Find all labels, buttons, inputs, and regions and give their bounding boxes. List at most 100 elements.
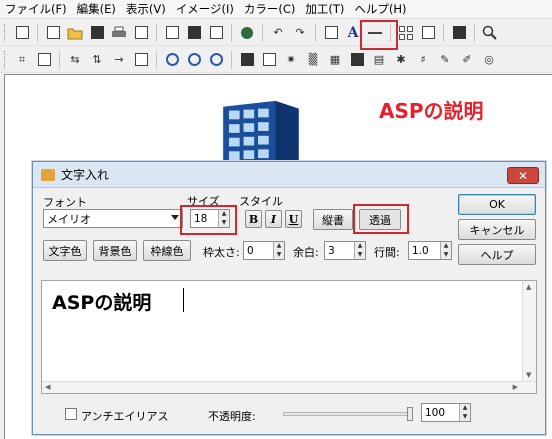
ok-button[interactable]: OK <box>458 194 536 215</box>
main-toolbar: ↶ ↷ A <box>0 20 552 46</box>
paste-icon[interactable] <box>185 24 203 42</box>
move-icon[interactable]: → <box>110 51 128 69</box>
text-caret <box>183 288 184 312</box>
pen-icon[interactable]: ✎ <box>436 51 454 69</box>
text-content: ASPの説明 <box>52 292 152 314</box>
border-width-label: 枠太さ: <box>203 246 240 259</box>
brick-icon[interactable]: ▤ <box>370 51 388 69</box>
font-select[interactable]: メイリオ <box>43 209 183 228</box>
preview-icon[interactable] <box>132 24 150 42</box>
print-icon[interactable] <box>110 24 128 42</box>
menu-image[interactable]: イメージ(I) <box>171 0 239 18</box>
toolbar-separator <box>443 23 444 42</box>
redo-icon[interactable]: ↷ <box>291 24 309 42</box>
opacity-slider-thumb[interactable] <box>407 407 413 421</box>
flip-vertical-icon[interactable]: ⇅ <box>88 51 106 69</box>
palette-icon[interactable] <box>450 24 468 42</box>
copy-icon[interactable] <box>163 24 181 42</box>
stamp-icon[interactable] <box>238 24 256 42</box>
flip-horizontal-icon[interactable]: ⇆ <box>66 51 84 69</box>
sparkle-icon[interactable]: ✷ <box>282 51 300 69</box>
font-value: メイリオ <box>47 212 91 226</box>
cancel-button[interactable]: キャンセル <box>458 219 536 240</box>
invert-icon[interactable] <box>348 51 366 69</box>
border-color-button[interactable]: 枠線色 <box>143 240 191 261</box>
clipboard-icon[interactable] <box>207 24 225 42</box>
text-insert-dialog: 文字入れ ✕ フォント サイズ スタイル メイリオ 18 ▲ ▼ B I U 縦書… <box>32 161 546 435</box>
background-color-button[interactable]: 背景色 <box>93 240 137 261</box>
bold-button[interactable]: B <box>245 210 262 228</box>
antialias-checkbox[interactable] <box>65 408 77 420</box>
noise-icon[interactable]: ▒ <box>304 51 322 69</box>
line-spacing-spinner[interactable]: ▲ ▼ <box>440 242 451 259</box>
rotate-left-icon[interactable] <box>163 51 181 69</box>
opacity-input[interactable]: 100 ▲ ▼ <box>421 403 471 422</box>
resize-icon[interactable] <box>322 24 340 42</box>
crop-icon[interactable]: ⌗ <box>13 51 31 69</box>
dialog-title: 文字入れ <box>61 168 110 182</box>
close-button[interactable]: ✕ <box>507 167 539 184</box>
rotate-right-icon[interactable] <box>185 51 203 69</box>
paint-icon[interactable]: ✐ <box>458 51 476 69</box>
canvas-text: ASPの説明 <box>379 99 484 123</box>
help-button[interactable]: ヘルプ <box>458 244 536 265</box>
star-icon[interactable]: ✱ <box>392 51 410 69</box>
scroll-right-icon[interactable]: ▶ <box>513 383 518 391</box>
new-file-icon[interactable] <box>44 24 62 42</box>
grid-view-icon[interactable] <box>397 24 415 42</box>
opacity-slider-track[interactable] <box>283 412 413 416</box>
mosaic-icon[interactable]: ▦ <box>326 51 344 69</box>
toolbar-separator <box>315 23 316 42</box>
margin-spinner[interactable]: ▲ ▼ <box>354 242 365 259</box>
chevron-down-icon <box>171 215 179 220</box>
menu-file[interactable]: ファイル(F) <box>0 0 72 18</box>
shadow-icon[interactable] <box>238 51 256 69</box>
opacity-value: 100 <box>425 406 446 419</box>
border-icon[interactable] <box>260 51 278 69</box>
scroll-down-icon[interactable]: ▼ <box>526 371 531 379</box>
window-icon[interactable] <box>13 24 31 42</box>
vertical-text-button[interactable]: 縦書 <box>313 209 353 230</box>
fence-icon[interactable]: ♯ <box>414 51 432 69</box>
open-folder-icon[interactable] <box>66 24 84 42</box>
underline-button[interactable]: U <box>285 210 302 228</box>
border-width-input[interactable]: 0 ▲ ▼ <box>243 241 285 260</box>
scroll-left-icon[interactable]: ◀ <box>45 383 50 391</box>
scroll-up-icon[interactable]: ▲ <box>526 283 531 291</box>
save-icon[interactable] <box>88 24 106 42</box>
toolbar-separator <box>231 23 232 42</box>
line-spacing-input[interactable]: 1.0 ▲ ▼ <box>408 241 452 260</box>
transparent-highlight <box>353 204 409 234</box>
menu-edit[interactable]: 編集(E) <box>72 0 121 18</box>
vertical-scrollbar[interactable]: ▲ ▼ <box>522 281 536 393</box>
opacity-label: 不透明度: <box>208 410 256 423</box>
opacity-spinner[interactable]: ▲ ▼ <box>459 404 470 421</box>
menu-help[interactable]: ヘルプ(H) <box>349 0 411 18</box>
undo-icon[interactable]: ↶ <box>269 24 287 42</box>
menu-view[interactable]: 表示(V) <box>121 0 171 18</box>
frame-icon[interactable] <box>132 51 150 69</box>
rotate-icon[interactable] <box>207 51 225 69</box>
text-input-area[interactable]: ASPの説明 ▲ ▼ ◀ ▶ <box>41 280 537 394</box>
menu-bar: ファイル(F) 編集(E) 表示(V) イメージ(I) カラー(C) 加工(T)… <box>0 0 552 19</box>
line-spacing-value: 1.0 <box>412 244 429 257</box>
text-color-button[interactable]: 文字色 <box>43 240 87 261</box>
trim-icon[interactable] <box>35 51 53 69</box>
layout-icon[interactable] <box>419 24 437 42</box>
toolbar-grip[interactable] <box>4 50 7 69</box>
toolbar-grip[interactable] <box>4 23 7 42</box>
edit-toolbar: ⌗ ⇆ ⇅ → ✷ ▒ ▦ ▤ ✱ ♯ ✎ ✐ ◎ <box>0 47 552 73</box>
toolbar-separator <box>231 50 232 69</box>
border-width-spinner[interactable]: ▲ ▼ <box>273 242 284 259</box>
margin-input[interactable]: 3 ▲ ▼ <box>324 241 366 260</box>
margin-value: 3 <box>328 244 335 257</box>
spiral-icon[interactable]: ◎ <box>480 51 498 69</box>
dialog-titlebar[interactable]: 文字入れ <box>33 162 545 188</box>
menu-process[interactable]: 加工(T) <box>300 0 349 18</box>
menu-color[interactable]: カラー(C) <box>239 0 301 18</box>
horizontal-scrollbar[interactable]: ◀ ▶ <box>42 381 536 393</box>
zoom-icon[interactable] <box>481 24 499 42</box>
building-icon <box>223 100 299 161</box>
text-tool-highlight <box>360 20 398 50</box>
italic-button[interactable]: I <box>265 210 282 228</box>
